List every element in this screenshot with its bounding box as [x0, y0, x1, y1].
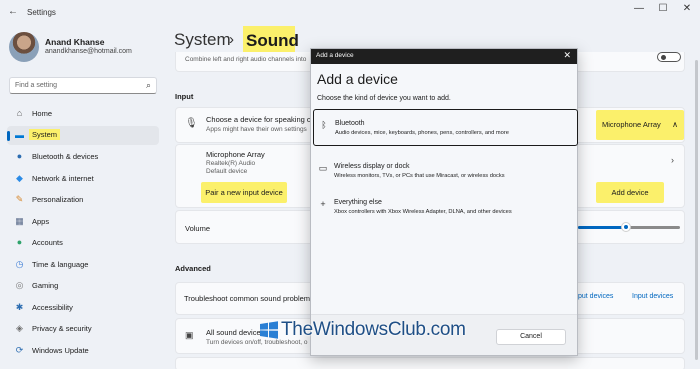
- close-icon[interactable]: ✕: [563, 50, 571, 61]
- bluetooth-icon: ●: [16, 151, 23, 161]
- profile-email: anandkhanse@hotmail.com: [45, 48, 132, 55]
- input-device-selected: Microphone Array: [602, 120, 661, 129]
- troubleshoot-input-link[interactable]: Input devices: [632, 293, 673, 300]
- cancel-button[interactable]: Cancel: [496, 329, 566, 345]
- input-section-heading: Input: [175, 92, 194, 101]
- sidebar-item-bluetooth-and-devices[interactable]: ● Bluetooth & devices: [7, 147, 159, 166]
- sidebar-item-time-and-language[interactable]: ◷ Time & language: [7, 255, 159, 274]
- profile-name: Anand Khanse: [45, 37, 105, 47]
- volume-slider-fill: [578, 226, 626, 229]
- breadcrumb-parent[interactable]: System: [174, 30, 231, 50]
- sidebar-item-home[interactable]: ⌂ Home: [7, 104, 159, 123]
- mic-line-1: Realtek(R) Audio: [206, 160, 256, 167]
- windows-logo-icon: [260, 321, 278, 339]
- gaming-icon: ◎: [15, 280, 24, 290]
- sidebar-item-network-and-internet[interactable]: ◆ Network & internet: [7, 169, 159, 188]
- page-title: Sound: [243, 26, 299, 54]
- update-icon: ⟳: [15, 344, 24, 355]
- troubleshoot-title: Troubleshoot common sound problem: [184, 294, 311, 303]
- accessibility-icon: ✱: [15, 301, 24, 312]
- sidebar-item-label: Privacy & security: [32, 324, 92, 333]
- combine-channels-text: Combine left and right audio channels in…: [185, 56, 307, 63]
- sidebar-item-label: Home: [32, 109, 53, 118]
- system-icon: ▬: [15, 129, 24, 140]
- search-icon[interactable]: ⌕: [146, 80, 151, 91]
- volume-slider[interactable]: [578, 222, 680, 232]
- breadcrumb-separator: ›: [229, 31, 234, 48]
- pair-new-input-device[interactable]: Pair a new input device: [201, 182, 287, 203]
- scrollbar[interactable]: [695, 60, 698, 360]
- time-language-icon: ◷: [15, 258, 24, 269]
- sidebar-item-label: Gaming: [32, 281, 59, 290]
- advanced-section-heading: Advanced: [175, 264, 211, 273]
- chevron-up-icon: ∧: [672, 120, 678, 129]
- close-icon[interactable]: ✕: [679, 3, 695, 14]
- microphone-icon: 🎙︎: [185, 118, 198, 129]
- sidebar-item-accounts[interactable]: ● Accounts: [7, 233, 159, 252]
- troubleshoot-output-link[interactable]: put devices: [578, 293, 613, 300]
- chevron-right-icon: ›: [671, 155, 674, 165]
- sidebar-item-privacy-and-security[interactable]: ◈ Privacy & security: [7, 319, 159, 338]
- device-option-bluetooth[interactable]: ᛒ Bluetooth Audio devices, mice, keyboards…: [313, 109, 578, 146]
- maximize-icon[interactable]: ☐: [655, 3, 671, 14]
- sidebar-item-label: Bluetooth & devices: [32, 152, 99, 161]
- sidebar-item-gaming[interactable]: ◎ Gaming: [7, 276, 159, 295]
- sidebar-item-apps[interactable]: ▦ Apps: [7, 212, 159, 231]
- network-icon: ◆: [16, 172, 23, 183]
- input-device-dropdown[interactable]: Microphone Array ∧: [596, 110, 684, 140]
- volume-label: Volume: [185, 224, 211, 233]
- add-device-dialog: Add a device ✕ Add a device Choose the k…: [310, 48, 578, 356]
- apps-icon: ▦: [15, 215, 24, 226]
- dialog-instruction: Choose the kind of device you want to ad…: [317, 95, 451, 102]
- all-sound-title: All sound devices: [206, 328, 265, 337]
- dialog-titlebar: Add a device ✕: [311, 49, 577, 64]
- device-option-title: Bluetooth: [335, 120, 365, 127]
- title-bar: ← Settings — ☐ ✕: [0, 0, 700, 28]
- mono-audio-toggle[interactable]: [657, 52, 681, 62]
- watermark-text: TheWindowsClub.com: [281, 319, 466, 340]
- mic-title: Microphone Array: [206, 150, 265, 159]
- sidebar-item-personalization[interactable]: ✎ Personalization: [7, 190, 159, 209]
- sidebar-item-label: Network & internet: [32, 173, 94, 183]
- personalization-icon: ✎: [15, 194, 24, 204]
- sidebar-item-label: Apps: [32, 216, 50, 226]
- back-arrow-icon[interactable]: ←: [8, 6, 18, 17]
- sidebar-item-label: Accessibility: [32, 302, 73, 312]
- sidebar-item-label: System: [29, 128, 61, 140]
- speaker-icon: ▣: [185, 330, 194, 340]
- plus-icon: +: [320, 199, 326, 209]
- search-placeholder: Find a setting: [15, 82, 58, 89]
- mic-line-2: Default device: [206, 168, 248, 175]
- shield-icon: ◈: [16, 323, 23, 333]
- sidebar-item-label: Time & language: [32, 259, 89, 269]
- device-option-everything-else[interactable]: + Everything else Xbox controllers with Xb…: [313, 189, 578, 226]
- device-option-description: Wireless monitors, TVs, or PCs that use …: [334, 173, 505, 179]
- bluetooth-icon: ᛒ: [321, 120, 327, 130]
- device-option-description: Audio devices, mice, keyboards, phones, …: [335, 130, 509, 136]
- app-title: Settings: [27, 8, 56, 17]
- monitor-icon: ▭: [318, 163, 328, 173]
- choose-device-title: Choose a device for speaking o: [206, 115, 312, 124]
- add-device-button[interactable]: Add device: [596, 182, 664, 203]
- accounts-icon: ●: [16, 237, 23, 247]
- avatar[interactable]: [9, 32, 39, 62]
- device-option-description: Xbox controllers with Xbox Wireless Adap…: [334, 209, 512, 215]
- home-icon: ⌂: [16, 108, 23, 118]
- minimize-icon[interactable]: —: [631, 3, 647, 14]
- sidebar-item-label: Accounts: [32, 238, 63, 247]
- search-input[interactable]: Find a setting ⌕: [9, 77, 157, 94]
- sidebar-item-system[interactable]: ▬ System: [7, 125, 159, 145]
- dialog-heading: Add a device: [317, 71, 398, 87]
- device-option-title: Everything else: [334, 199, 382, 206]
- choose-device-subtitle: Apps might have their own settings: [206, 126, 307, 133]
- dialog-titlebar-text: Add a device: [316, 52, 354, 59]
- sidebar-item-label: Personalization: [32, 195, 84, 204]
- sidebar-item-accessibility[interactable]: ✱ Accessibility: [7, 298, 159, 317]
- sidebar-item-label: Windows Update: [32, 345, 89, 355]
- device-option-wireless-display-or-dock[interactable]: ▭ Wireless display or dock Wireless monito…: [313, 153, 578, 190]
- sidebar-item-windows-update[interactable]: ⟳ Windows Update: [7, 341, 159, 360]
- volume-mixer-card[interactable]: [175, 357, 685, 369]
- volume-slider-thumb[interactable]: [620, 222, 631, 232]
- device-option-title: Wireless display or dock: [334, 163, 410, 170]
